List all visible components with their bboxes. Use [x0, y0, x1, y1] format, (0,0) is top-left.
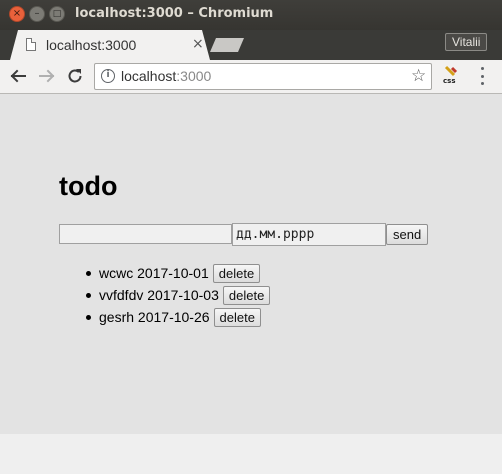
todo-text: vvfdfdv	[99, 287, 144, 303]
todo-date: 2017-10-26	[137, 309, 210, 325]
window-minimize-button[interactable]: –	[29, 6, 45, 22]
todo-date: 2017-10-03	[147, 287, 219, 303]
address-bar[interactable]: i localhost:3000 ☆	[94, 63, 432, 90]
page-bottom-area	[0, 434, 502, 474]
menu-button[interactable]	[479, 67, 485, 85]
window-title: localhost:3000 – Chromium	[75, 6, 274, 21]
forward-arrow-icon	[39, 69, 55, 83]
reload-icon	[68, 69, 82, 83]
menu-dot-icon	[480, 74, 484, 78]
title-bar: × – □ localhost:3000 – Chromium	[0, 0, 502, 30]
url-port: :3000	[176, 68, 212, 84]
menu-dot-icon	[480, 67, 484, 70]
list-item: wcwc 2017-10-01 delete	[85, 262, 270, 284]
todo-date-input[interactable]: дд.мм.рррр	[232, 223, 386, 246]
window-maximize-button[interactable]: □	[49, 6, 65, 22]
page-content: todo дд.мм.рррр send wcwc 2017-10-01 del…	[0, 94, 502, 434]
maximize-icon: □	[52, 8, 62, 19]
list-item: gesrh 2017-10-26 delete	[85, 306, 270, 328]
page-icon	[26, 38, 36, 51]
delete-button[interactable]: delete	[222, 285, 271, 305]
window-close-button[interactable]: ×	[9, 6, 25, 22]
info-icon[interactable]: i	[101, 69, 115, 83]
tab-localhost[interactable]: localhost:3000 ×	[10, 30, 210, 60]
delete-button[interactable]: delete	[212, 263, 261, 283]
url-host: localhost	[121, 68, 177, 84]
todo-date: 2017-10-01	[137, 265, 209, 281]
bookmark-star-icon[interactable]: ☆	[411, 66, 426, 86]
todo-text-input[interactable]	[59, 224, 232, 244]
back-arrow-icon	[10, 69, 26, 83]
menu-dot-icon	[480, 82, 484, 85]
profile-button[interactable]: Vitalii	[445, 33, 488, 51]
new-tab-button[interactable]	[210, 38, 244, 52]
close-icon: ×	[12, 8, 22, 19]
forward-button[interactable]	[37, 66, 57, 86]
list-item: vvfdfdv 2017-10-03 delete	[85, 284, 271, 306]
delete-button[interactable]: delete	[213, 307, 261, 327]
todo-text: wcwc	[99, 265, 134, 281]
tab-strip: localhost:3000 × Vitalii	[0, 30, 502, 60]
back-button[interactable]	[8, 66, 28, 86]
send-button[interactable]: send	[386, 224, 429, 245]
tab-close-icon[interactable]: ×	[192, 36, 204, 52]
browser-window: × – □ localhost:3000 – Chromium localhos…	[0, 0, 502, 474]
todo-list: wcwc 2017-10-01 delete vvfdfdv 2017-10-0…	[85, 262, 271, 328]
page-title: todo	[59, 171, 118, 201]
minimize-icon: –	[34, 8, 40, 19]
css-extension-label: css	[443, 77, 456, 85]
reload-button[interactable]	[65, 66, 85, 86]
todo-text: gesrh	[99, 309, 135, 325]
browser-toolbar: i localhost:3000 ☆ css	[0, 60, 502, 94]
css-extension-button[interactable]: css	[441, 65, 461, 87]
url-text[interactable]: localhost:3000	[121, 68, 211, 84]
tab-title: localhost:3000	[46, 37, 137, 53]
